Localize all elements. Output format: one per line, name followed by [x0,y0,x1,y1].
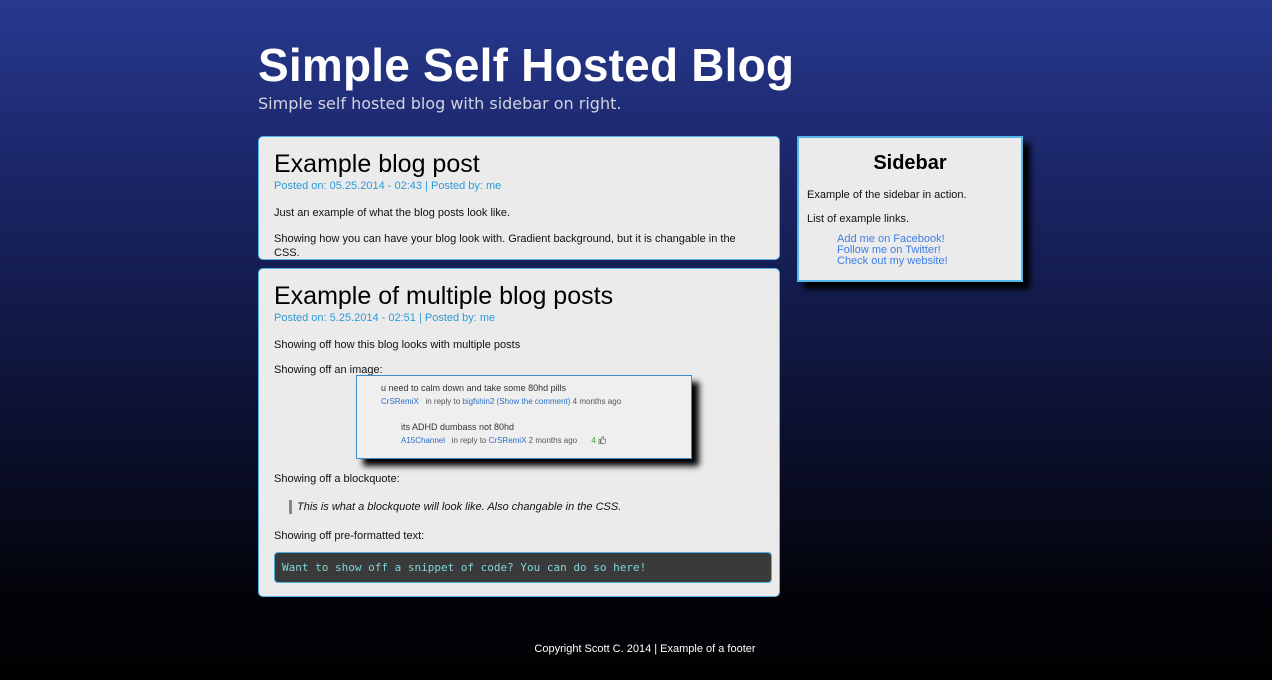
sidebar: Sidebar Example of the sidebar in action… [797,136,1023,282]
post-meta: Posted on: 5.25.2014 - 02:51 | Posted by… [274,312,496,324]
post-title[interactable]: Example blog post [274,149,764,179]
website-link[interactable]: Check out my website! [837,255,948,267]
sidebar-text: Example of the sidebar in action. [807,189,967,201]
blog-post: Example blog post Posted on: 05.25.2014 … [258,136,780,260]
thumbs-up-icon [598,436,607,445]
reply-label: in reply to [451,436,487,445]
comment-meta: A15Channel in reply to CrSRemiX 2 months… [401,436,607,445]
comment-score: 4 [591,436,596,445]
comment-age: 2 months ago [528,436,578,445]
comment-text: its ADHD dumbass not 80hd [401,422,515,432]
embedded-screenshot-image: u need to calm down and take some 80hd p… [356,375,692,459]
post-meta: Posted on: 05.25.2014 - 02:43 | Posted b… [274,180,502,192]
sidebar-text: List of example links. [807,213,910,225]
code-block[interactable]: Want to show off a snippet of code? You … [274,552,772,583]
reply-target: bigfshin2 (Show the comment) [462,397,571,406]
post-paragraph: Showing off pre-formatted text: [274,530,425,542]
site-title[interactable]: Simple Self Hosted Blog [258,38,794,92]
comment-author: CrSRemiX [381,397,419,406]
comment-author: A15Channel [401,436,446,445]
sidebar-title: Sidebar [873,152,947,174]
site-header: Simple Self Hosted Blog Simple self host… [258,38,794,114]
list-item: Check out my website! [837,256,1013,267]
post-title[interactable]: Example of multiple blog posts [274,281,764,311]
post-paragraph: Showing how you can have your blog look … [274,233,736,259]
footer: Copyright Scott C. 2014 | Example of a f… [534,643,756,655]
comment-meta: CrSRemiX in reply to bigfshin2 (Show the… [381,397,621,406]
blockquote: This is what a blockquote will look like… [289,500,621,514]
blog-post: Example of multiple blog posts Posted on… [258,268,780,597]
reply-label: in reply to [425,397,461,406]
comment-text: u need to calm down and take some 80hd p… [381,383,567,393]
post-paragraph: Showing off a blockquote: [274,473,400,485]
post-paragraph: Showing off how this blog looks with mul… [274,339,521,351]
comment-age: 4 months ago [572,397,622,406]
reply-target: CrSRemiX [488,436,527,445]
sidebar-link-list: Add me on Facebook! Follow me on Twitter… [807,234,1013,267]
site-subtitle: Simple self hosted blog with sidebar on … [258,94,622,113]
post-paragraph: Just an example of what the blog posts l… [274,207,511,219]
